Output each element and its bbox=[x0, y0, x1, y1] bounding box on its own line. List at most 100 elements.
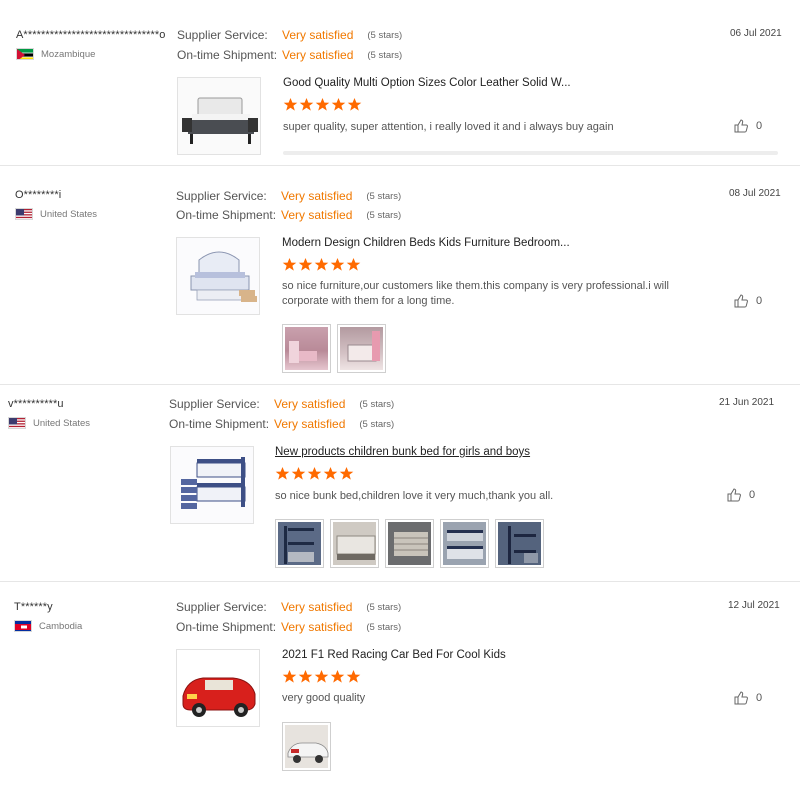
on-time-shipment-rating: On-time Shipment: Very satisfied (5 star… bbox=[169, 417, 394, 431]
product-thumbnail[interactable] bbox=[176, 237, 260, 315]
like-count: 0 bbox=[756, 295, 763, 307]
thumbs-up-icon bbox=[727, 488, 741, 502]
review-photo[interactable] bbox=[440, 519, 489, 568]
supplier-service-label: Supplier Service: bbox=[169, 397, 260, 411]
on-time-shipment-rating: On-time Shipment: Very satisfied (5 star… bbox=[177, 48, 402, 62]
cambodia-flag-icon bbox=[14, 620, 32, 632]
reviewer-name: T******y bbox=[14, 601, 53, 613]
product-title-link[interactable]: Good Quality Multi Option Sizes Color Le… bbox=[283, 77, 571, 89]
review-divider bbox=[0, 165, 800, 166]
star-icon bbox=[347, 98, 362, 111]
usa-flag-icon bbox=[8, 417, 26, 429]
on-time-shipment-value: Very satisfied bbox=[281, 620, 353, 634]
supplier-service-value: Very satisfied bbox=[274, 397, 346, 411]
like-button[interactable]: 0 bbox=[727, 488, 755, 502]
star-icon bbox=[330, 258, 345, 271]
star-icon bbox=[339, 467, 354, 480]
review-photo[interactable] bbox=[275, 519, 324, 568]
star-icon bbox=[283, 98, 298, 111]
like-button[interactable]: 0 bbox=[734, 119, 762, 133]
supplier-service-stars: (5 stars) bbox=[366, 190, 402, 202]
country-label: United States bbox=[33, 417, 91, 429]
on-time-shipment-label: On-time Shipment: bbox=[176, 208, 277, 222]
on-time-shipment-value: Very satisfied bbox=[281, 208, 353, 222]
country-label: Cambodia bbox=[39, 620, 83, 632]
star-rating bbox=[282, 257, 361, 272]
review-photo[interactable] bbox=[385, 519, 434, 568]
star-icon bbox=[323, 467, 338, 480]
star-icon bbox=[314, 670, 329, 683]
supplier-service-stars: (5 stars) bbox=[366, 601, 402, 613]
like-count: 0 bbox=[756, 692, 763, 704]
on-time-shipment-value: Very satisfied bbox=[282, 48, 354, 62]
review-photo[interactable] bbox=[282, 722, 331, 771]
thumbs-up-icon bbox=[734, 691, 748, 705]
like-button[interactable]: 0 bbox=[734, 691, 762, 705]
review-photo[interactable] bbox=[495, 519, 544, 568]
star-icon bbox=[282, 670, 297, 683]
product-thumbnail[interactable] bbox=[176, 649, 260, 727]
on-time-shipment-rating: On-time Shipment: Very satisfied (5 star… bbox=[176, 620, 401, 634]
reviewer-country: Cambodia bbox=[14, 620, 82, 632]
reviewer-name: O********i bbox=[15, 189, 62, 201]
review-comment: super quality, super attention, i really… bbox=[283, 121, 614, 133]
product-title-link[interactable]: New products children bunk bed for girls… bbox=[275, 446, 530, 458]
supplier-service-rating: Supplier Service: Very satisfied (5 star… bbox=[169, 397, 394, 411]
like-count: 0 bbox=[756, 120, 763, 132]
on-time-shipment-stars: (5 stars) bbox=[359, 418, 395, 430]
product-title-link[interactable]: Modern Design Children Beds Kids Furnitu… bbox=[282, 237, 570, 249]
review-date: 21 Jun 2021 bbox=[719, 397, 775, 408]
reviewer-name: A*******************************o bbox=[16, 29, 166, 41]
supplier-service-label: Supplier Service: bbox=[176, 600, 267, 614]
supplier-service-rating: Supplier Service: Very satisfied (5 star… bbox=[177, 28, 402, 42]
reviewer-name: v**********u bbox=[8, 398, 64, 410]
supplier-service-stars: (5 stars) bbox=[359, 398, 395, 410]
review-photo[interactable] bbox=[337, 324, 386, 373]
on-time-shipment-stars: (5 stars) bbox=[366, 621, 402, 633]
star-icon bbox=[307, 467, 322, 480]
on-time-shipment-label: On-time Shipment: bbox=[176, 620, 277, 634]
product-thumbnail[interactable] bbox=[170, 446, 254, 524]
supplier-service-label: Supplier Service: bbox=[176, 189, 267, 203]
on-time-shipment-label: On-time Shipment: bbox=[169, 417, 270, 431]
product-title-link[interactable]: 2021 F1 Red Racing Car Bed For Cool Kids bbox=[282, 649, 506, 661]
like-button[interactable]: 0 bbox=[734, 294, 762, 308]
reviewer-country: United States bbox=[15, 208, 97, 220]
star-rating bbox=[275, 466, 354, 481]
on-time-shipment-stars: (5 stars) bbox=[367, 49, 403, 61]
on-time-shipment-rating: On-time Shipment: Very satisfied (5 star… bbox=[176, 208, 401, 222]
thumbs-up-icon bbox=[734, 119, 748, 133]
supplier-service-label: Supplier Service: bbox=[177, 28, 268, 42]
review-comment: so nice furniture,our customers like the… bbox=[282, 280, 669, 307]
country-label: Mozambique bbox=[41, 48, 96, 60]
mozambique-flag-icon bbox=[16, 48, 34, 60]
like-count: 0 bbox=[749, 489, 756, 501]
country-label: United States bbox=[40, 208, 98, 220]
star-icon bbox=[298, 258, 313, 271]
supplier-service-value: Very satisfied bbox=[281, 189, 353, 203]
review-comment: very good quality bbox=[282, 692, 366, 704]
review-comment: so nice bunk bed,children love it very m… bbox=[275, 490, 554, 502]
star-icon bbox=[314, 258, 329, 271]
review-photo[interactable] bbox=[282, 324, 331, 373]
star-icon bbox=[282, 258, 297, 271]
star-rating bbox=[283, 97, 362, 112]
supplier-service-rating: Supplier Service: Very satisfied (5 star… bbox=[176, 189, 401, 203]
supplier-service-rating: Supplier Service: Very satisfied (5 star… bbox=[176, 600, 401, 614]
star-icon bbox=[275, 467, 290, 480]
star-icon bbox=[331, 98, 346, 111]
star-icon bbox=[315, 98, 330, 111]
product-thumbnail[interactable] bbox=[177, 77, 261, 155]
star-icon bbox=[291, 467, 306, 480]
review-divider bbox=[0, 581, 800, 582]
review-photo[interactable] bbox=[330, 519, 379, 568]
on-time-shipment-label: On-time Shipment: bbox=[177, 48, 278, 62]
star-icon bbox=[299, 98, 314, 111]
reviewer-country: Mozambique bbox=[16, 48, 95, 60]
star-icon bbox=[346, 258, 361, 271]
supplier-service-stars: (5 stars) bbox=[367, 29, 403, 41]
horizontal-scrollbar[interactable] bbox=[283, 151, 778, 155]
review-date: 08 Jul 2021 bbox=[729, 188, 781, 199]
supplier-service-value: Very satisfied bbox=[282, 28, 354, 42]
star-rating bbox=[282, 669, 361, 684]
